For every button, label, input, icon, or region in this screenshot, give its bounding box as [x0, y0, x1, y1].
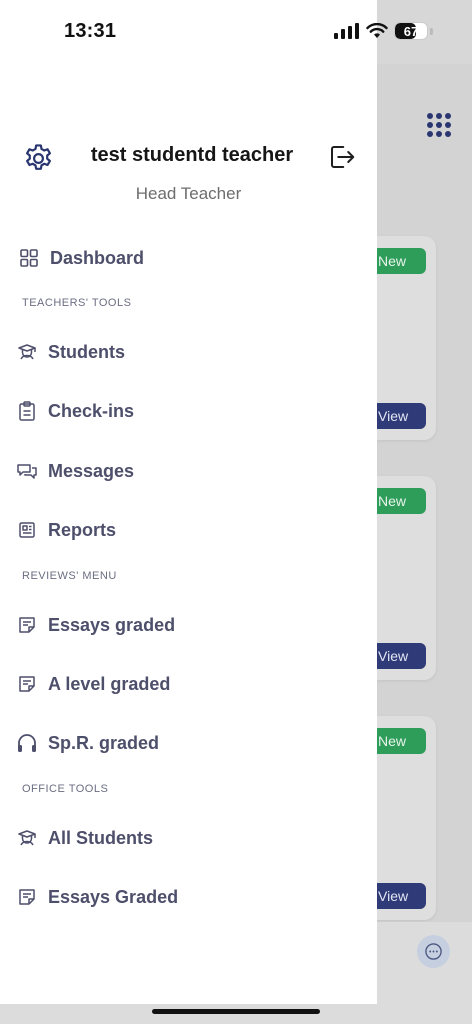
chat-fab-icon[interactable]	[417, 935, 450, 968]
nav-item-label: Essays Graded	[48, 886, 179, 907]
home-indicator[interactable]	[152, 1009, 320, 1014]
nav-item-label: Sp.R. graded	[48, 732, 160, 753]
grid-icon	[18, 247, 40, 269]
status-time: 13:31	[64, 20, 117, 42]
nav-item-label: Reports	[48, 519, 117, 540]
nav-item-label: All Students	[48, 827, 154, 848]
status-icons: 67	[334, 22, 433, 40]
clipboard-icon	[16, 400, 38, 422]
nav-item-sp-r-graded[interactable]: Sp.R. graded	[16, 725, 159, 761]
nav-item-label: Essays graded	[48, 614, 176, 635]
section-title-office-tools: OFFICE TOOLS	[22, 783, 109, 795]
chat-bubbles-icon	[16, 460, 38, 482]
navigation-drawer: test studentd teacher Head Teacher Dashb…	[0, 0, 377, 1004]
nav-item-a-level-graded[interactable]: A level graded	[16, 666, 170, 702]
nav-item-label: A level graded	[48, 673, 171, 694]
user-role: Head Teacher	[135, 184, 242, 203]
battery-level: 67	[403, 24, 419, 39]
nav-item-essays-graded[interactable]: Essays graded	[16, 607, 175, 643]
settings-gear-icon[interactable]	[22, 142, 55, 175]
nav-item-all-students[interactable]: All Students	[16, 820, 153, 856]
nav-item-dashboard[interactable]: Dashboard	[18, 240, 144, 276]
graduate-icon	[16, 341, 38, 363]
logout-icon[interactable]	[327, 142, 357, 172]
section-title-teachers-tools: TEACHERS' TOOLS	[22, 297, 132, 309]
nav-item-label: Students	[48, 341, 126, 362]
nav-item-messages[interactable]: Messages	[16, 453, 134, 489]
nav-item-label: Check-ins	[48, 400, 135, 421]
nav-item-students[interactable]: Students	[16, 334, 125, 370]
apps-grid-icon[interactable]	[426, 112, 452, 138]
note-icon	[16, 614, 38, 636]
nav-item-label: Messages	[48, 460, 135, 481]
section-title-reviews-menu: REVIEWS' MENU	[22, 570, 117, 582]
nav-item-label: Dashboard	[50, 247, 145, 268]
note-icon	[16, 673, 38, 695]
newspaper-icon	[16, 519, 38, 541]
nav-item-reports[interactable]: Reports	[16, 512, 116, 548]
graduate-icon	[16, 827, 38, 849]
headphones-icon	[16, 732, 38, 754]
user-name: test studentd teacher	[90, 144, 294, 166]
note-icon	[16, 886, 38, 908]
battery-tip	[430, 27, 433, 35]
cellular-signal-icon	[334, 23, 359, 39]
nav-item-essays-graded-office[interactable]: Essays Graded	[16, 879, 178, 915]
nav-item-check-ins[interactable]: Check-ins	[16, 393, 134, 429]
wifi-icon	[366, 23, 388, 38]
battery-icon: 67	[394, 22, 428, 40]
